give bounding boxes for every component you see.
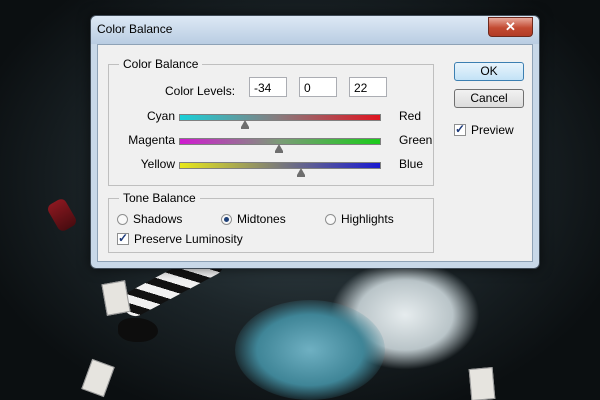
close-button[interactable]: ✕: [488, 17, 533, 37]
color-level-cyan-red-input[interactable]: -34: [249, 77, 287, 97]
preserve-luminosity-checkbox[interactable]: Preserve Luminosity: [117, 231, 243, 246]
slider-label-cyan: Cyan: [146, 109, 175, 123]
tone-balance-legend: Tone Balance: [119, 191, 200, 205]
color-balance-dialog: Color Balance ✕ Color Balance Color Leve…: [90, 15, 540, 269]
shadows-radio-circle[interactable]: [117, 213, 128, 225]
midtones-radio[interactable]: Midtones: [221, 212, 286, 226]
cyan-red-slider-row: Cyan Red: [109, 109, 433, 129]
cyan-red-thumb[interactable]: [241, 120, 249, 129]
magenta-green-slider-row: Magenta Green: [109, 133, 433, 153]
slider-label-yellow: Yellow: [140, 157, 175, 171]
ok-button[interactable]: OK: [454, 62, 524, 81]
color-level-magenta-green-input[interactable]: 0: [299, 77, 337, 97]
shadows-radio[interactable]: Shadows: [117, 212, 182, 226]
shadows-label: Shadows: [133, 212, 183, 226]
highlights-radio[interactable]: Highlights: [325, 212, 394, 226]
background-playing-card: [468, 367, 496, 400]
title-bar[interactable]: Color Balance ✕: [91, 16, 539, 44]
color-balance-group: Color Balance Color Levels: -34 0 22 Cya…: [108, 57, 434, 186]
yellow-blue-track[interactable]: [179, 162, 381, 169]
background-dress: [235, 300, 385, 400]
color-levels-label: Color Levels:: [165, 84, 236, 98]
preserve-luminosity-check-box[interactable]: [117, 231, 129, 245]
color-balance-legend: Color Balance: [119, 57, 203, 71]
highlights-label: Highlights: [341, 212, 394, 226]
midtones-radio-circle[interactable]: [221, 213, 232, 225]
midtones-label: Midtones: [237, 212, 286, 226]
dialog-body: Color Balance Color Levels: -34 0 22 Cya…: [97, 44, 533, 262]
cyan-red-track[interactable]: [179, 114, 381, 121]
magenta-green-thumb[interactable]: [275, 144, 283, 153]
yellow-blue-slider-row: Yellow Blue: [109, 157, 433, 177]
background-bottle: [45, 197, 79, 233]
yellow-blue-thumb[interactable]: [297, 168, 305, 177]
preview-checkbox[interactable]: Preview: [454, 122, 514, 137]
background-playing-card: [101, 280, 131, 316]
background-playing-card: [81, 358, 115, 398]
color-level-yellow-blue-input[interactable]: 22: [349, 77, 387, 97]
background-shoe: [118, 318, 158, 342]
close-icon: ✕: [505, 19, 516, 34]
preview-check-box[interactable]: [454, 122, 466, 136]
preview-label: Preview: [471, 123, 514, 137]
slider-label-red: Red: [399, 109, 422, 123]
dialog-title: Color Balance: [97, 22, 173, 36]
slider-label-magenta: Magenta: [128, 133, 175, 147]
slider-label-green: Green: [399, 133, 433, 147]
cancel-button[interactable]: Cancel: [454, 89, 524, 108]
tone-balance-group: Tone Balance Shadows Midtones Highlights…: [108, 191, 434, 253]
slider-label-blue: Blue: [399, 157, 424, 171]
highlights-radio-circle[interactable]: [325, 213, 336, 225]
preserve-luminosity-label: Preserve Luminosity: [134, 232, 243, 246]
